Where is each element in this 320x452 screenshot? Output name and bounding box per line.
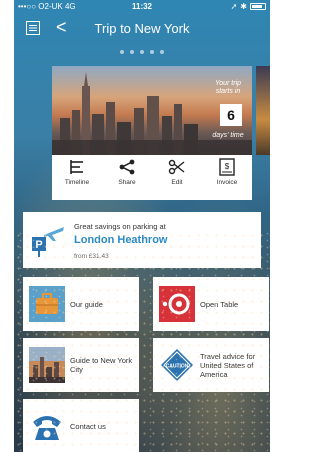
edit-label: Edit [171, 179, 183, 186]
next-trip-card-peek[interactable] [256, 66, 270, 155]
invoice-label: Invoice [216, 179, 238, 186]
parking-plane-icon: P [32, 227, 64, 257]
battery-icon [250, 3, 266, 10]
countdown-unit: days' time [212, 132, 244, 139]
page-dot[interactable] [160, 50, 164, 54]
open-table-tile[interactable]: Open Table [153, 277, 269, 331]
share-label: Share [118, 179, 136, 186]
countdown-label: Your trip starts in [214, 80, 242, 95]
page-dot[interactable] [120, 50, 124, 54]
briefcase-icon [29, 286, 65, 322]
open-table-label: Open Table [200, 299, 239, 309]
new-york-skyline-image: Your trip starts in 6 days' time [52, 66, 252, 155]
share-icon [119, 159, 135, 175]
edit-button[interactable]: Edit [155, 158, 199, 200]
trip-card[interactable]: Your trip starts in 6 days' time Timelin… [52, 66, 252, 200]
parking-location: London Heathrow [74, 234, 168, 246]
open-table-logo-icon [159, 286, 195, 322]
nyc-guide-label: Guide to New York City [70, 356, 133, 374]
status-time: 11:32 [131, 2, 153, 11]
invoice-icon: $ [219, 158, 235, 176]
caution-sign-icon: CAUTION [161, 349, 193, 381]
page-dot[interactable] [150, 50, 154, 54]
our-guide-label: Our guide [70, 299, 103, 309]
parking-price: from £31.43 [74, 253, 109, 260]
page-dot[interactable] [130, 50, 134, 54]
timeline-icon [70, 160, 83, 174]
our-guide-tile[interactable]: Our guide [23, 277, 139, 331]
timeline-button[interactable]: Timeline [55, 158, 99, 200]
nyc-skyline-thumbnail-icon [29, 347, 65, 383]
app-screen: •••○○ O2-UK 4G 11:32 ➚ ✱ < Trip to New Y… [14, 0, 270, 452]
page-title: Trip to New York [94, 21, 190, 36]
svg-text:$: $ [225, 162, 230, 171]
parking-subtitle: Great savings on parking at [74, 222, 166, 231]
telephone-icon [33, 416, 61, 440]
countdown-days: 6 [220, 104, 242, 126]
travel-advice-tile[interactable]: CAUTION Travel advice for United States … [153, 338, 269, 392]
trip-actions: Timeline Share Edit $ Invoice [52, 158, 252, 200]
contact-us-label: Contact us [70, 421, 106, 431]
invoice-button[interactable]: $ Invoice [205, 158, 249, 200]
contact-us-tile[interactable]: Contact us [23, 399, 139, 452]
page-dot[interactable] [140, 50, 144, 54]
nav-bar: < Trip to New York [14, 14, 270, 42]
share-button[interactable]: Share [105, 158, 149, 200]
status-bar: •••○○ O2-UK 4G 11:32 ➚ ✱ [14, 0, 270, 13]
travel-advice-label: Travel advice for United States of Ameri… [200, 351, 256, 379]
parking-offer-card[interactable]: P Great savings on parking at London Hea… [23, 212, 261, 268]
caution-sign-text: CAUTION [166, 364, 189, 370]
page-indicator[interactable] [14, 50, 270, 54]
scissors-icon [168, 159, 185, 175]
timeline-label: Timeline [64, 179, 90, 186]
nyc-guide-tile[interactable]: Guide to New York City [23, 338, 139, 392]
svg-text:P: P [35, 239, 42, 251]
